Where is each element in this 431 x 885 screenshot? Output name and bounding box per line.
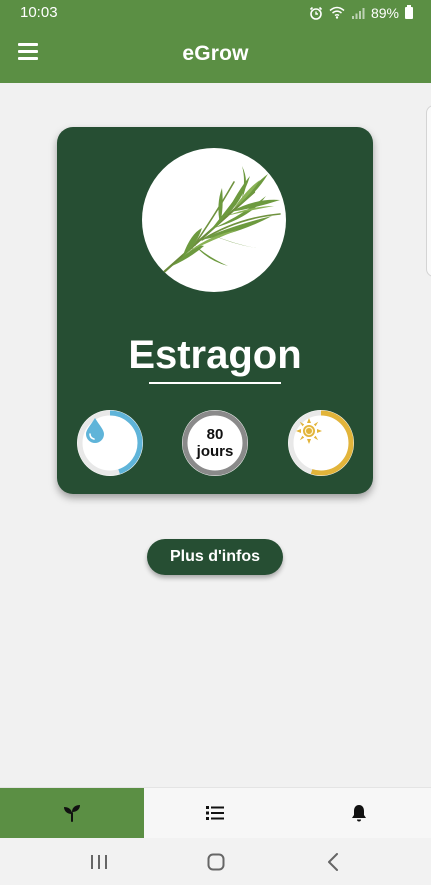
days-gauge[interactable]: 80 jours (182, 410, 248, 476)
tab-list[interactable] (144, 788, 288, 838)
sun-gauge[interactable] (288, 410, 354, 476)
hamburger-menu-icon[interactable] (18, 43, 38, 61)
tab-notifications[interactable] (287, 788, 431, 838)
bell-icon (352, 805, 367, 822)
tarragon-image (162, 166, 281, 274)
days-value: 80 (206, 426, 224, 443)
sun-gauge-center (295, 417, 347, 469)
bottom-nav (0, 787, 431, 838)
status-icons: 89% (309, 4, 413, 21)
list-icon (206, 806, 225, 820)
more-info-button[interactable]: Plus d'infos (147, 539, 283, 575)
status-bar: 10:03 89% (0, 0, 431, 25)
alarm-icon (309, 6, 323, 20)
name-underline (149, 382, 281, 384)
days-unit: jours (196, 443, 234, 460)
status-time: 10:03 (20, 4, 58, 21)
water-gauge-center (84, 417, 136, 469)
app-title: eGrow (182, 42, 249, 65)
water-gauge[interactable] (77, 410, 143, 476)
signal-icon (351, 7, 365, 19)
plant-card: Estragon 80 jours (57, 127, 373, 494)
days-gauge-center: 80 jours (189, 417, 241, 469)
sun-icon (296, 418, 322, 444)
plant-name: Estragon (128, 333, 302, 377)
more-info-label: Plus d'infos (169, 548, 261, 565)
water-drop-icon (86, 418, 104, 443)
battery-icon (405, 4, 413, 19)
recents-icon[interactable] (79, 847, 119, 877)
wifi-icon (329, 6, 345, 19)
back-icon[interactable] (313, 847, 353, 877)
home-icon[interactable] (196, 847, 236, 877)
system-nav (0, 838, 431, 885)
tab-plants[interactable] (0, 788, 144, 838)
sprout-icon (63, 805, 80, 822)
plant-photo (142, 148, 286, 292)
edge-panel-handle[interactable] (426, 105, 431, 277)
app-bar: eGrow (0, 25, 431, 83)
battery-percent: 89% (370, 4, 399, 21)
